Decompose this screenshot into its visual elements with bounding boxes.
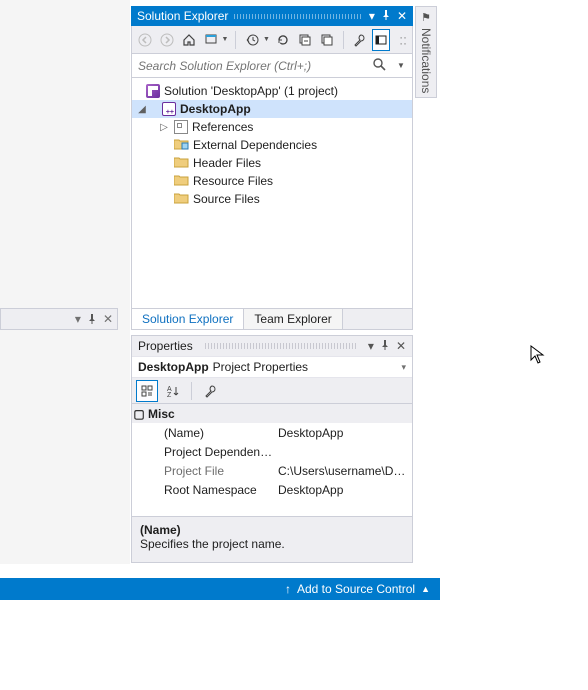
references-icon <box>174 120 188 134</box>
chevron-down-icon[interactable]: ▼ <box>263 36 270 43</box>
chevron-down-icon[interactable]: ▼ <box>390 61 412 70</box>
chevron-up-icon[interactable]: ▲ <box>421 584 430 594</box>
solution-explorer-tabs: Solution Explorer Team Explorer <box>131 308 413 330</box>
solution-explorer-toolbar: ▼ ▼ ···· <box>131 26 413 54</box>
category-row[interactable]: ▢ Misc <box>132 404 412 423</box>
properties-button[interactable] <box>350 29 368 51</box>
folder-icon <box>174 138 189 153</box>
overflow-icon[interactable]: ···· <box>398 29 408 51</box>
properties-description: (Name) Specifies the project name. <box>132 516 412 562</box>
dropdown-icon[interactable]: ▾ <box>75 312 81 326</box>
close-icon[interactable]: ✕ <box>103 312 113 326</box>
pane-title-text: Properties <box>138 339 193 353</box>
pin-icon[interactable] <box>380 339 390 353</box>
dropdown-icon[interactable]: ▾ <box>369 6 375 26</box>
status-bar: ↑ Add to Source Control ▲ <box>0 578 440 600</box>
search-icon[interactable] <box>368 58 390 74</box>
close-icon[interactable]: ✕ <box>396 339 406 353</box>
property-pages-button[interactable] <box>199 380 221 402</box>
chevron-right-icon[interactable]: ▷ <box>158 122 170 133</box>
tab-team-explorer[interactable]: Team Explorer <box>244 309 342 329</box>
folder-icon <box>174 174 189 189</box>
forward-button[interactable] <box>158 29 176 51</box>
source-files-node[interactable]: Source Files <box>132 190 412 208</box>
resource-files-node[interactable]: Resource Files <box>132 172 412 190</box>
solution-explorer-panel: Solution Explorer ▾ ✕ ▼ ▼ ···· <box>131 6 413 309</box>
show-all-button[interactable] <box>318 29 336 51</box>
back-button[interactable] <box>136 29 154 51</box>
categorized-button[interactable] <box>136 380 158 402</box>
properties-toolbar: AZ <box>132 378 412 404</box>
close-icon[interactable]: ✕ <box>397 6 407 26</box>
properties-title-bar[interactable]: Properties ▾ ✕ <box>132 336 412 356</box>
notifications-tab[interactable]: ⚑ Notifications <box>415 6 437 98</box>
folder-icon <box>174 192 189 207</box>
pane-title-text: Solution Explorer <box>137 6 228 26</box>
property-row-file[interactable]: Project File C:\Users\username\Documents… <box>132 461 412 480</box>
cursor-icon <box>530 345 546 368</box>
pin-icon[interactable] <box>87 314 97 324</box>
project-icon <box>162 102 176 116</box>
source-control-button[interactable]: Add to Source Control <box>297 582 415 596</box>
solution-icon <box>146 84 160 98</box>
chevron-down-icon[interactable]: ▼ <box>221 36 228 43</box>
docked-pane-stub: ▾ ✕ <box>0 308 118 330</box>
property-row-deps[interactable]: Project Dependencies <box>132 442 412 461</box>
alphabetical-button[interactable]: AZ <box>162 380 184 402</box>
search-input[interactable] <box>132 59 368 73</box>
history-button[interactable] <box>243 29 261 51</box>
project-node[interactable]: ◢ DesktopApp <box>132 100 412 118</box>
properties-panel: Properties ▾ ✕ DesktopApp Project Proper… <box>131 335 413 563</box>
flag-icon: ⚑ <box>421 11 431 24</box>
collapse-all-button[interactable] <box>296 29 314 51</box>
svg-text:Z: Z <box>167 392 172 398</box>
refresh-button[interactable] <box>274 29 292 51</box>
publish-icon[interactable]: ↑ <box>285 582 291 596</box>
property-row-namespace[interactable]: Root Namespace DesktopApp <box>132 480 412 499</box>
properties-object-selector[interactable]: DesktopApp Project Properties ▾ <box>132 356 412 378</box>
chevron-down-icon[interactable]: ▾ <box>401 362 406 373</box>
property-row-name[interactable]: (Name) DesktopApp <box>132 423 412 442</box>
editor-background <box>0 0 130 564</box>
collapse-icon[interactable]: ▢ <box>132 407 146 421</box>
references-node[interactable]: ▷ References <box>132 118 412 136</box>
solution-node[interactable]: Solution 'DesktopApp' (1 project) <box>132 82 412 100</box>
header-files-node[interactable]: Header Files <box>132 154 412 172</box>
solution-tree[interactable]: Solution 'DesktopApp' (1 project) ◢ Desk… <box>131 78 413 309</box>
dropdown-icon[interactable]: ▾ <box>368 339 374 353</box>
properties-grid[interactable]: ▢ Misc (Name) DesktopApp Project Depende… <box>132 404 412 516</box>
external-deps-node[interactable]: External Dependencies <box>132 136 412 154</box>
chevron-down-icon[interactable]: ◢ <box>136 104 148 115</box>
scope-button[interactable] <box>202 29 220 51</box>
home-button[interactable] <box>180 29 198 51</box>
pin-icon[interactable] <box>381 6 391 26</box>
preview-button[interactable] <box>372 29 390 51</box>
tab-solution-explorer[interactable]: Solution Explorer <box>132 309 244 329</box>
solution-explorer-title-bar[interactable]: Solution Explorer ▾ ✕ <box>131 6 413 26</box>
folder-icon <box>174 156 189 171</box>
search-box[interactable]: ▼ <box>131 54 413 78</box>
